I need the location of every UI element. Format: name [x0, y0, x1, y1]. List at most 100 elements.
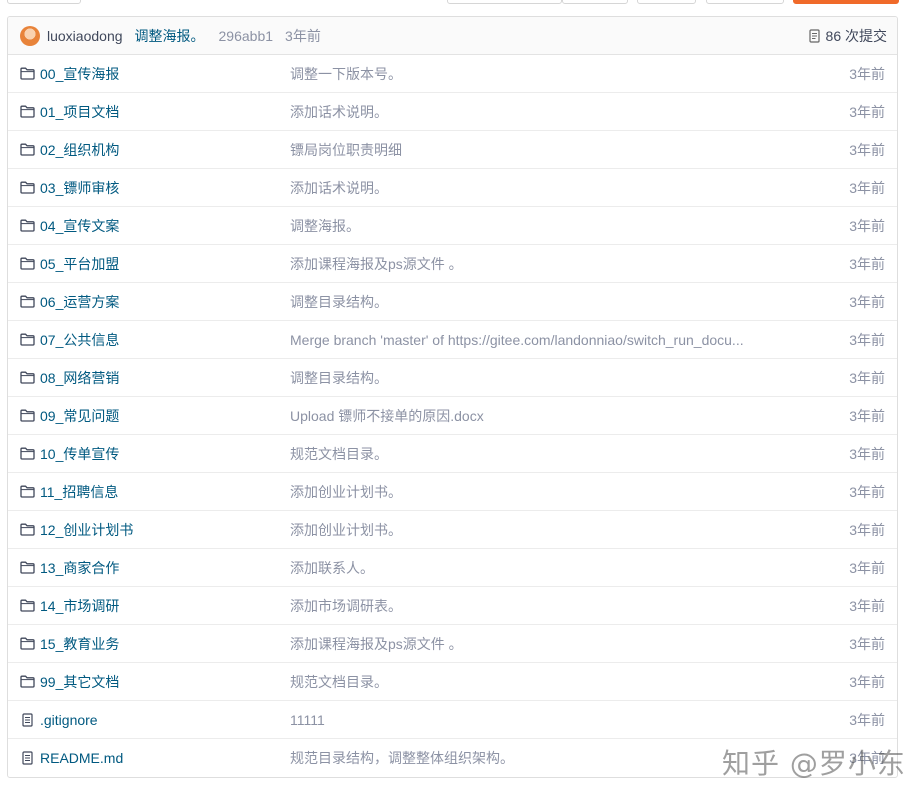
file-commit-time: 3年前 [849, 141, 885, 158]
file-row: 09_常见问题 Upload 镖师不接单的原因.docx 3年前 [8, 397, 897, 435]
file-commit-time: 3年前 [849, 65, 885, 82]
repo-file-list: luoxiaodong 调整海报。 296abb1 3年前 86 次提交 00_… [7, 16, 898, 778]
file-commit-message[interactable]: Merge branch 'master' of https://gitee.c… [290, 332, 770, 348]
file-name: 10_传单宣传 [40, 445, 120, 462]
file-commit-message[interactable]: 规范目录结构，调整整体组织架构。 [290, 748, 770, 768]
file-commit-time: 3年前 [849, 293, 885, 310]
folder-icon [20, 295, 35, 308]
file-name: 99_其它文档 [40, 673, 120, 690]
avatar[interactable] [20, 25, 40, 46]
file-commit-message[interactable]: Upload 镖师不接单的原因.docx [290, 406, 770, 426]
file-rows: 00_宣传海报 调整一下版本号。 3年前 01_项目文档 添加话术说明。 3年前 02_组织… [8, 55, 897, 777]
file-commit-message[interactable]: 添加话术说明。 [290, 102, 770, 122]
file-name-link[interactable]: 99_其它文档 [20, 672, 119, 692]
file-commit-time: 3年前 [849, 103, 885, 120]
file-commit-message[interactable]: 调整海报。 [290, 216, 770, 236]
folder-icon [20, 485, 35, 498]
file-row: 14_市场调研 添加市场调研表。 3年前 [8, 587, 897, 625]
folder-icon [20, 219, 35, 232]
file-name: .gitignore [40, 711, 98, 728]
file-name-link[interactable]: 00_宣传海报 [20, 64, 119, 84]
file-name-link[interactable]: 10_传单宣传 [20, 444, 119, 464]
file-name: 06_运营方案 [40, 293, 120, 310]
file-name-link[interactable]: 13_商家合作 [20, 558, 119, 578]
toolbar-button-3[interactable] [637, 0, 696, 4]
branch-select-button[interactable] [7, 0, 81, 4]
folder-icon [20, 333, 35, 346]
file-commit-message[interactable]: 11111 [290, 712, 770, 728]
file-row: 05_平台加盟 添加课程海报及ps源文件 。 3年前 [8, 245, 897, 283]
file-name-link[interactable]: 12_创业计划书 [20, 520, 133, 540]
file-commit-time: 3年前 [849, 635, 885, 652]
file-name: 05_平台加盟 [40, 255, 120, 272]
file-name-link[interactable]: 05_平台加盟 [20, 254, 119, 274]
file-commit-message[interactable]: 规范文档目录。 [290, 672, 770, 692]
file-row: 01_项目文档 添加话术说明。 3年前 [8, 93, 897, 131]
file-name-link[interactable]: 01_项目文档 [20, 102, 119, 122]
file-name-link[interactable]: 11_招聘信息 [20, 482, 118, 502]
file-name: 08_网络营销 [40, 369, 120, 386]
file-row: 03_镖师审核 添加话术说明。 3年前 [8, 169, 897, 207]
file-name: 04_宣传文案 [40, 217, 120, 234]
file-commit-message[interactable]: 添加创业计划书。 [290, 520, 770, 540]
file-row: 12_创业计划书 添加创业计划书。 3年前 [8, 511, 897, 549]
file-name-link[interactable]: 06_运营方案 [20, 292, 119, 312]
toolbar-button-4[interactable] [706, 0, 784, 4]
folder-icon [20, 599, 35, 612]
file-row: 99_其它文档 规范文档目录。 3年前 [8, 663, 897, 701]
file-row: .gitignore 11111 3年前 [8, 701, 897, 739]
file-commit-message[interactable]: 添加话术说明。 [290, 178, 770, 198]
commit-sha[interactable]: 296abb1 [219, 28, 274, 44]
folder-icon [20, 675, 35, 688]
top-toolbar-partial [0, 0, 919, 8]
file-commit-time: 3年前 [849, 483, 885, 500]
folder-icon [20, 105, 35, 118]
file-commit-message[interactable]: 调整一下版本号。 [290, 64, 770, 84]
file-name: 03_镖师审核 [40, 179, 120, 196]
file-row: 07_公共信息 Merge branch 'master' of https://… [8, 321, 897, 359]
file-commit-message[interactable]: 添加市场调研表。 [290, 596, 770, 616]
file-name-link[interactable]: 03_镖师审核 [20, 178, 119, 198]
file-commit-time: 3年前 [849, 673, 885, 690]
file-name-link[interactable]: 04_宣传文案 [20, 216, 119, 236]
commit-history-icon [808, 28, 820, 43]
file-name-link[interactable]: .gitignore [20, 712, 98, 728]
folder-icon [20, 257, 35, 270]
file-commit-message[interactable]: 添加课程海报及ps源文件 。 [290, 254, 770, 274]
file-commit-message[interactable]: 添加创业计划书。 [290, 482, 770, 502]
file-commit-message[interactable]: 镖局岗位职责明细 [290, 140, 770, 160]
file-commit-message[interactable]: 调整目录结构。 [290, 292, 770, 312]
file-commit-time: 3年前 [849, 559, 885, 576]
folder-icon [20, 371, 35, 384]
file-commit-time: 3年前 [849, 369, 885, 386]
file-name-link[interactable]: 15_教育业务 [20, 634, 119, 654]
file-commit-message[interactable]: 规范文档目录。 [290, 444, 770, 464]
folder-icon [20, 561, 35, 574]
file-row: 10_传单宣传 规范文档目录。 3年前 [8, 435, 897, 473]
file-commit-message[interactable]: 调整目录结构。 [290, 368, 770, 388]
file-name-link[interactable]: 08_网络营销 [20, 368, 119, 388]
file-commit-time: 3年前 [849, 255, 885, 272]
file-commit-time: 3年前 [849, 711, 885, 728]
file-name-link[interactable]: README.md [20, 750, 123, 766]
file-name: 09_常见问题 [40, 407, 120, 424]
file-name: README.md [40, 750, 124, 766]
file-name-link[interactable]: 02_组织机构 [20, 140, 119, 160]
clone-download-button[interactable] [793, 0, 899, 4]
toolbar-button-2[interactable] [562, 0, 628, 4]
toolbar-button-1[interactable] [447, 0, 562, 4]
file-name-link[interactable]: 07_公共信息 [20, 330, 119, 350]
file-name-link[interactable]: 14_市场调研 [20, 596, 119, 616]
file-name: 02_组织机构 [40, 141, 120, 158]
commit-author[interactable]: luoxiaodong [47, 28, 123, 44]
file-name-link[interactable]: 09_常见问题 [20, 406, 119, 426]
file-commit-message[interactable]: 添加联系人。 [290, 558, 770, 578]
file-row: 06_运营方案 调整目录结构。 3年前 [8, 283, 897, 321]
commit-message-link[interactable]: 调整海报。 [135, 26, 205, 46]
file-row: 13_商家合作 添加联系人。 3年前 [8, 549, 897, 587]
file-icon [22, 751, 33, 765]
commits-count-link[interactable]: 86 次提交 [808, 26, 887, 46]
file-name: 00_宣传海报 [40, 65, 120, 82]
file-commit-message[interactable]: 添加课程海报及ps源文件 。 [290, 634, 770, 654]
file-commit-time: 3年前 [849, 407, 885, 424]
